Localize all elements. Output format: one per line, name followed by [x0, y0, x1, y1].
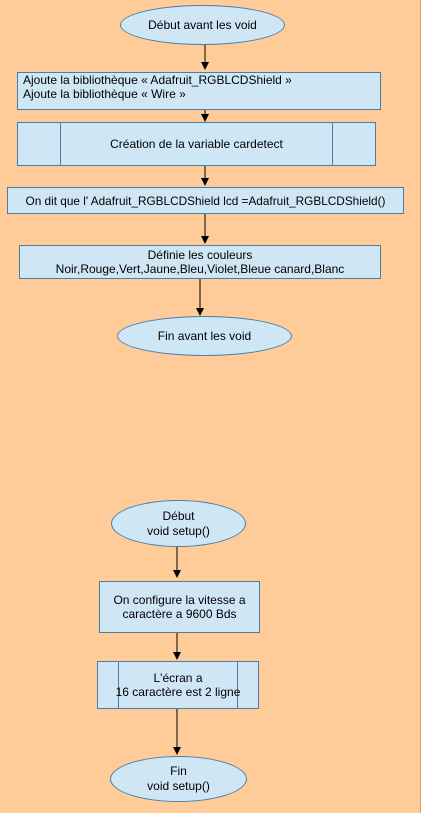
- colors-process-box: Définie les couleurs Noir,Rouge,Vert,Jau…: [19, 245, 381, 279]
- colors-line-1: Définie les couleurs: [147, 248, 253, 262]
- speed-line-2: caractère a 9600 Bds: [122, 607, 237, 621]
- end-setup-terminal: Fin void setup(): [110, 756, 247, 802]
- end-avant-terminal: Fin avant les void: [117, 316, 292, 356]
- libs-process-box: Ajoute la bibliothèque « Adafruit_RGBLCD…: [17, 72, 381, 110]
- screen-line-2: 16 caractère est 2 ligne: [115, 685, 241, 699]
- screen-subprocess-box: L'écran a 16 caractère est 2 ligne: [97, 661, 259, 709]
- end-setup-line-1: Fin: [170, 764, 187, 778]
- cardetect-subprocess-box: Création de la variable cardetect: [17, 122, 376, 166]
- start-avant-label: Début avant les void: [148, 17, 257, 32]
- colors-line-2: Noir,Rouge,Vert,Jaune,Bleu,Violet,Bleue …: [55, 262, 345, 276]
- libs-line-1: Ajoute la bibliothèque « Adafruit_RGBLCD…: [23, 73, 292, 87]
- cardetect-label: Création de la variable cardetect: [110, 137, 283, 151]
- start-setup-line-2: void setup(): [147, 523, 210, 538]
- end-setup-line-2: void setup(): [147, 779, 210, 793]
- screen-line-1: L'écran a: [153, 671, 203, 685]
- speed-line-1: On configure la vitesse a: [113, 593, 246, 607]
- start-setup-terminal: Début void setup(): [111, 500, 246, 547]
- start-setup-line-1: Début: [162, 508, 195, 523]
- flowchart-canvas: Début avant les void Ajoute la bibliothè…: [0, 0, 421, 813]
- lcd-process-box: On dit que l' Adafruit_RGBLCDShield lcd …: [7, 187, 404, 214]
- end-avant-label: Fin avant les void: [157, 328, 252, 343]
- speed-process-box: On configure la vitesse a caractère a 96…: [99, 581, 260, 633]
- libs-line-2: Ajoute la bibliothèque « Wire »: [23, 87, 186, 101]
- start-avant-terminal: Début avant les void: [120, 5, 285, 45]
- lcd-label: On dit que l' Adafruit_RGBLCDShield lcd …: [25, 193, 386, 208]
